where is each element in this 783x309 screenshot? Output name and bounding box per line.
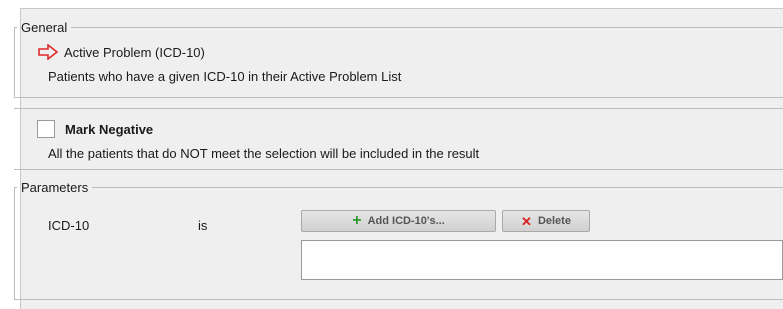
parameter-name: ICD-10 (48, 218, 90, 233)
arrow-right-icon (38, 43, 59, 61)
criterion-title: Active Problem (ICD-10) (64, 45, 205, 60)
parameters-legend: Parameters (21, 180, 89, 195)
mark-negative-description: All the patients that do NOT meet the se… (48, 146, 480, 161)
general-legend: General (21, 20, 68, 35)
close-icon: ✕ (521, 213, 532, 229)
add-icd10-button[interactable]: + Add ICD-10's... (301, 210, 496, 232)
criterion-description: Patients who have a given ICD-10 in thei… (48, 69, 402, 84)
mark-negative-checkbox[interactable] (37, 120, 55, 138)
icd10-values-list[interactable] (301, 240, 783, 280)
mark-negative-label[interactable]: Mark Negative (65, 122, 153, 137)
plus-icon: + (352, 212, 362, 229)
delete-label: Delete (537, 215, 571, 227)
delete-button[interactable]: ✕ Delete (502, 210, 590, 232)
add-icd10-label: Add ICD-10's... (367, 215, 445, 227)
parameter-operator: is (198, 218, 208, 233)
